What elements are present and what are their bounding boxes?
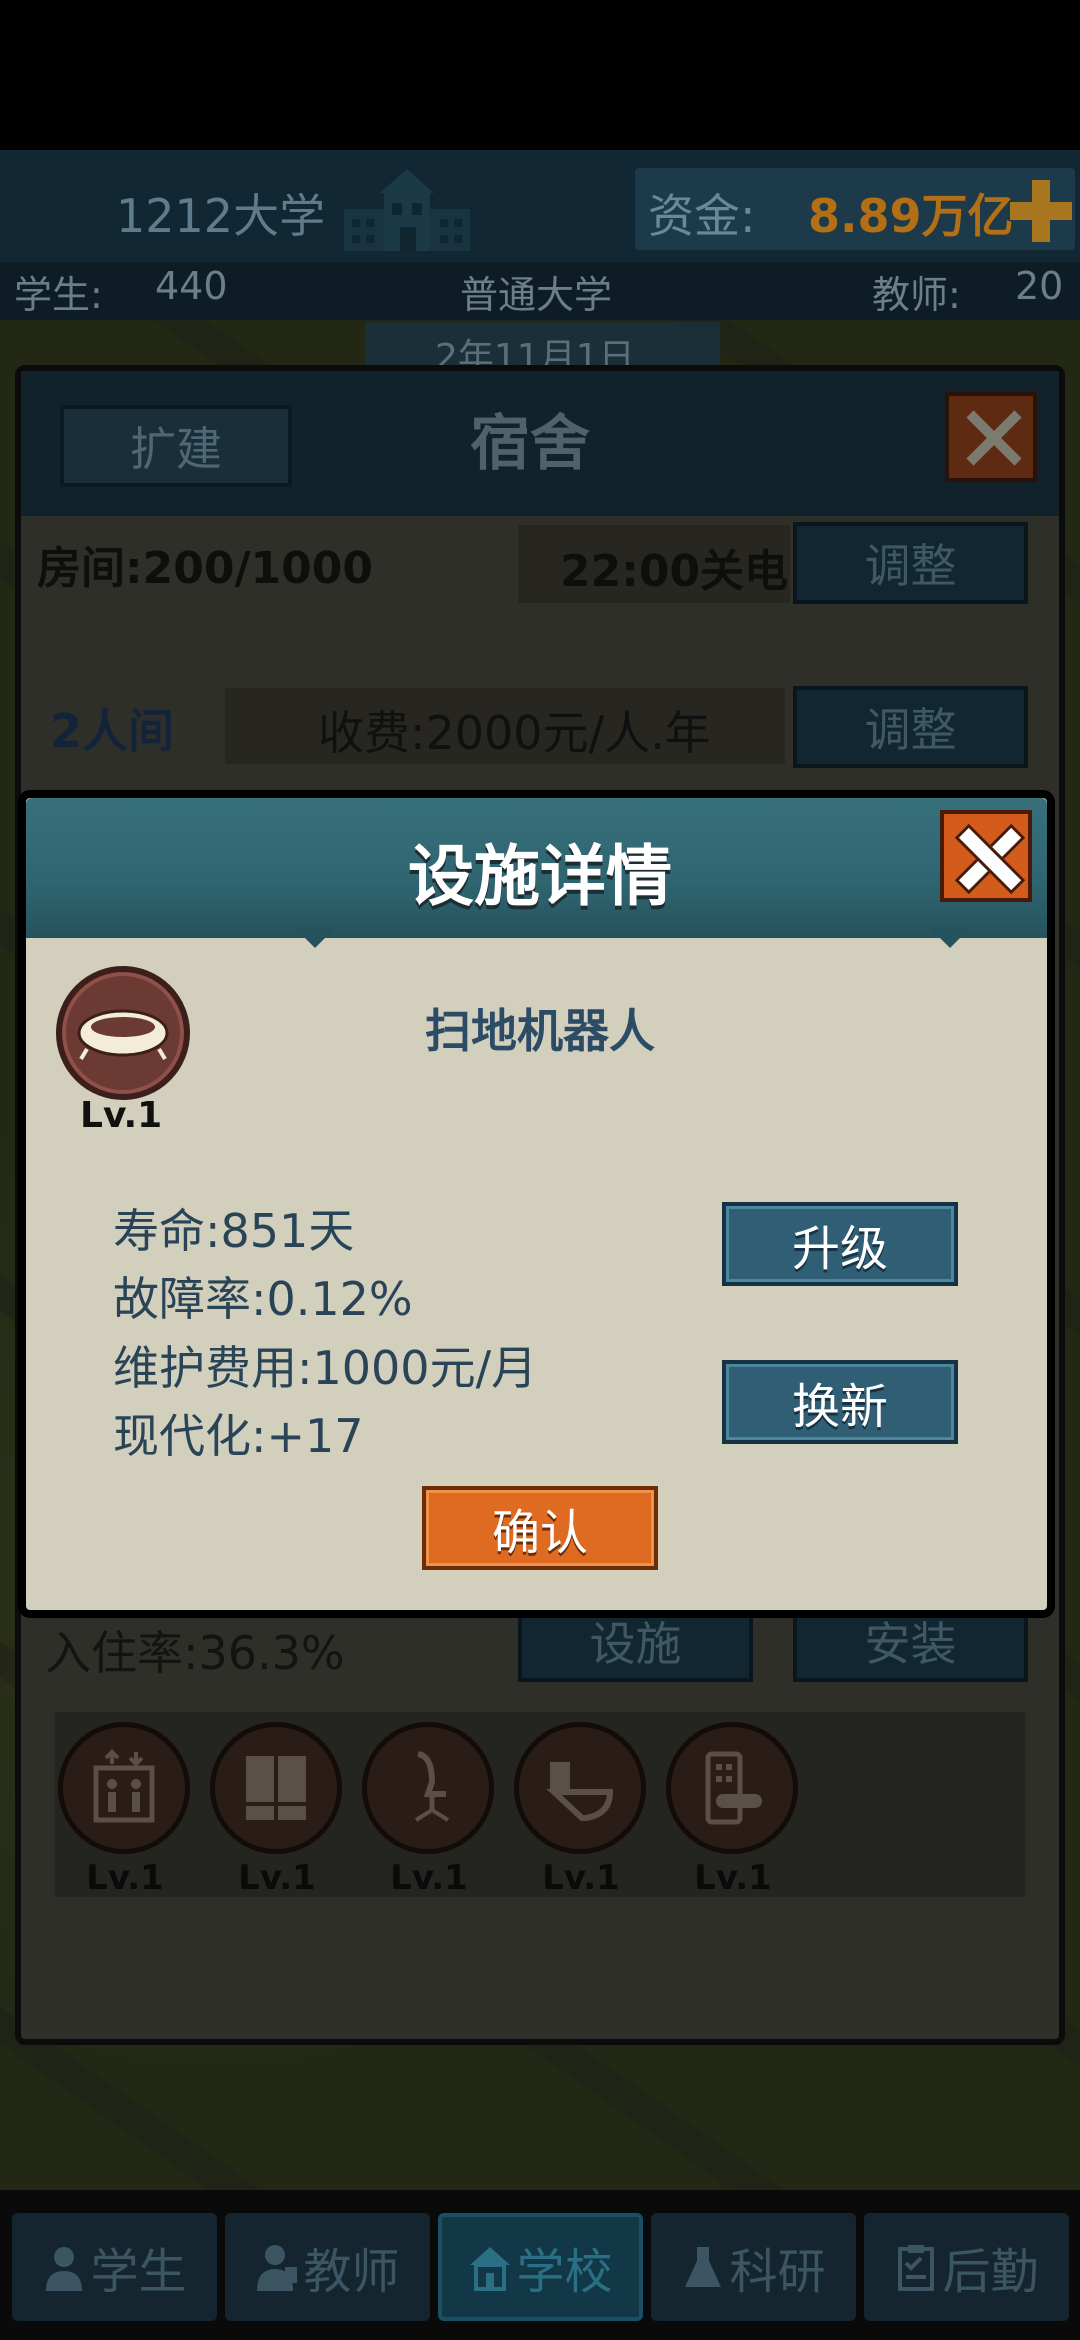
facility-level: Lv.1 bbox=[86, 1858, 164, 1898]
lifespan-stat: 寿命:851天 bbox=[113, 1204, 355, 1258]
maintenance-cost-stat: 维护费用:1000元/月 bbox=[113, 1341, 538, 1395]
tab-label: 学校 bbox=[516, 2244, 613, 2300]
renew-button[interactable]: 换新 bbox=[722, 1360, 958, 1444]
money-value: 8.89万亿 bbox=[808, 189, 1014, 243]
tab-teachers[interactable]: 教师 bbox=[225, 2213, 430, 2321]
room-type: 2人间 bbox=[50, 704, 175, 758]
smart-lock-icon bbox=[666, 1722, 798, 1854]
facility-level: Lv.1 bbox=[80, 1095, 163, 1136]
facility-name: 扫地机器人 bbox=[425, 1004, 655, 1058]
student-icon bbox=[46, 2247, 83, 2291]
clipboard-icon bbox=[898, 2245, 935, 2291]
students-label: 学生: bbox=[14, 273, 103, 317]
tab-label: 学生 bbox=[90, 2244, 187, 2300]
teacher-icon bbox=[257, 2245, 298, 2291]
close-icon[interactable] bbox=[940, 810, 1032, 902]
tab-label: 教师 bbox=[303, 2244, 400, 2300]
fee-label: 收费:2000元/人.年 bbox=[318, 706, 711, 760]
money-label: 资金: bbox=[648, 189, 756, 243]
dormitory-title: 宿舍 bbox=[470, 409, 590, 479]
tab-research[interactable]: 科研 bbox=[651, 2213, 856, 2321]
rooms-count: 房间:200/1000 bbox=[37, 543, 373, 594]
office-chair-icon bbox=[362, 1722, 494, 1854]
dialog-title: 设施详情 bbox=[408, 838, 672, 915]
modernization-stat: 现代化:+17 bbox=[113, 1409, 364, 1463]
power-off-time: 22:00关电 bbox=[560, 546, 789, 597]
add-money-icon[interactable] bbox=[1010, 180, 1072, 242]
tab-school[interactable]: 学校 bbox=[438, 2213, 643, 2321]
header-notch-right bbox=[930, 928, 970, 948]
university-name[interactable]: 1212大学 bbox=[116, 180, 325, 246]
failure-rate-stat: 故障率:0.12% bbox=[113, 1272, 413, 1326]
university-building-icon bbox=[344, 169, 470, 251]
occupancy-rate: 入住率:36.3% bbox=[45, 1626, 345, 1680]
facility-item-chair[interactable]: Lv.1 bbox=[362, 1722, 496, 1898]
elevator-icon bbox=[58, 1722, 190, 1854]
facility-item-elevator[interactable]: Lv.1 bbox=[58, 1722, 192, 1898]
facility-level: Lv.1 bbox=[694, 1858, 772, 1898]
facility-level: Lv.1 bbox=[390, 1858, 468, 1898]
facility-item-toilet[interactable]: Lv.1 bbox=[514, 1722, 648, 1898]
upgrade-button[interactable]: 升级 bbox=[722, 1202, 958, 1286]
tab-label: 科研 bbox=[729, 2244, 826, 2300]
flask-icon bbox=[685, 2247, 722, 2287]
facility-item-lock[interactable]: Lv.1 bbox=[666, 1722, 800, 1898]
teachers-label: 教师: bbox=[872, 273, 961, 317]
facility-level: Lv.1 bbox=[542, 1858, 620, 1898]
toilet-icon bbox=[514, 1722, 646, 1854]
teachers-count: 20 bbox=[1015, 264, 1064, 308]
facility-item-wardrobe[interactable]: Lv.1 bbox=[210, 1722, 344, 1898]
tab-students[interactable]: 学生 bbox=[12, 2213, 217, 2321]
header-notch-left bbox=[295, 928, 335, 948]
dormitory-close-icon[interactable] bbox=[945, 392, 1037, 482]
school-icon bbox=[470, 2247, 511, 2291]
university-type: 普通大学 bbox=[460, 273, 613, 317]
tab-logistics[interactable]: 后勤 bbox=[864, 2213, 1069, 2321]
wardrobe-icon bbox=[210, 1722, 342, 1854]
adjust-fee-button[interactable]: 调整 bbox=[793, 686, 1028, 768]
students-count: 440 bbox=[155, 264, 228, 308]
facility-level: Lv.1 bbox=[238, 1858, 316, 1898]
tab-label: 后勤 bbox=[942, 2244, 1039, 2300]
expand-button[interactable]: 扩建 bbox=[60, 405, 292, 487]
confirm-button[interactable]: 确认 bbox=[422, 1486, 658, 1570]
adjust-power-button[interactable]: 调整 bbox=[793, 522, 1028, 604]
